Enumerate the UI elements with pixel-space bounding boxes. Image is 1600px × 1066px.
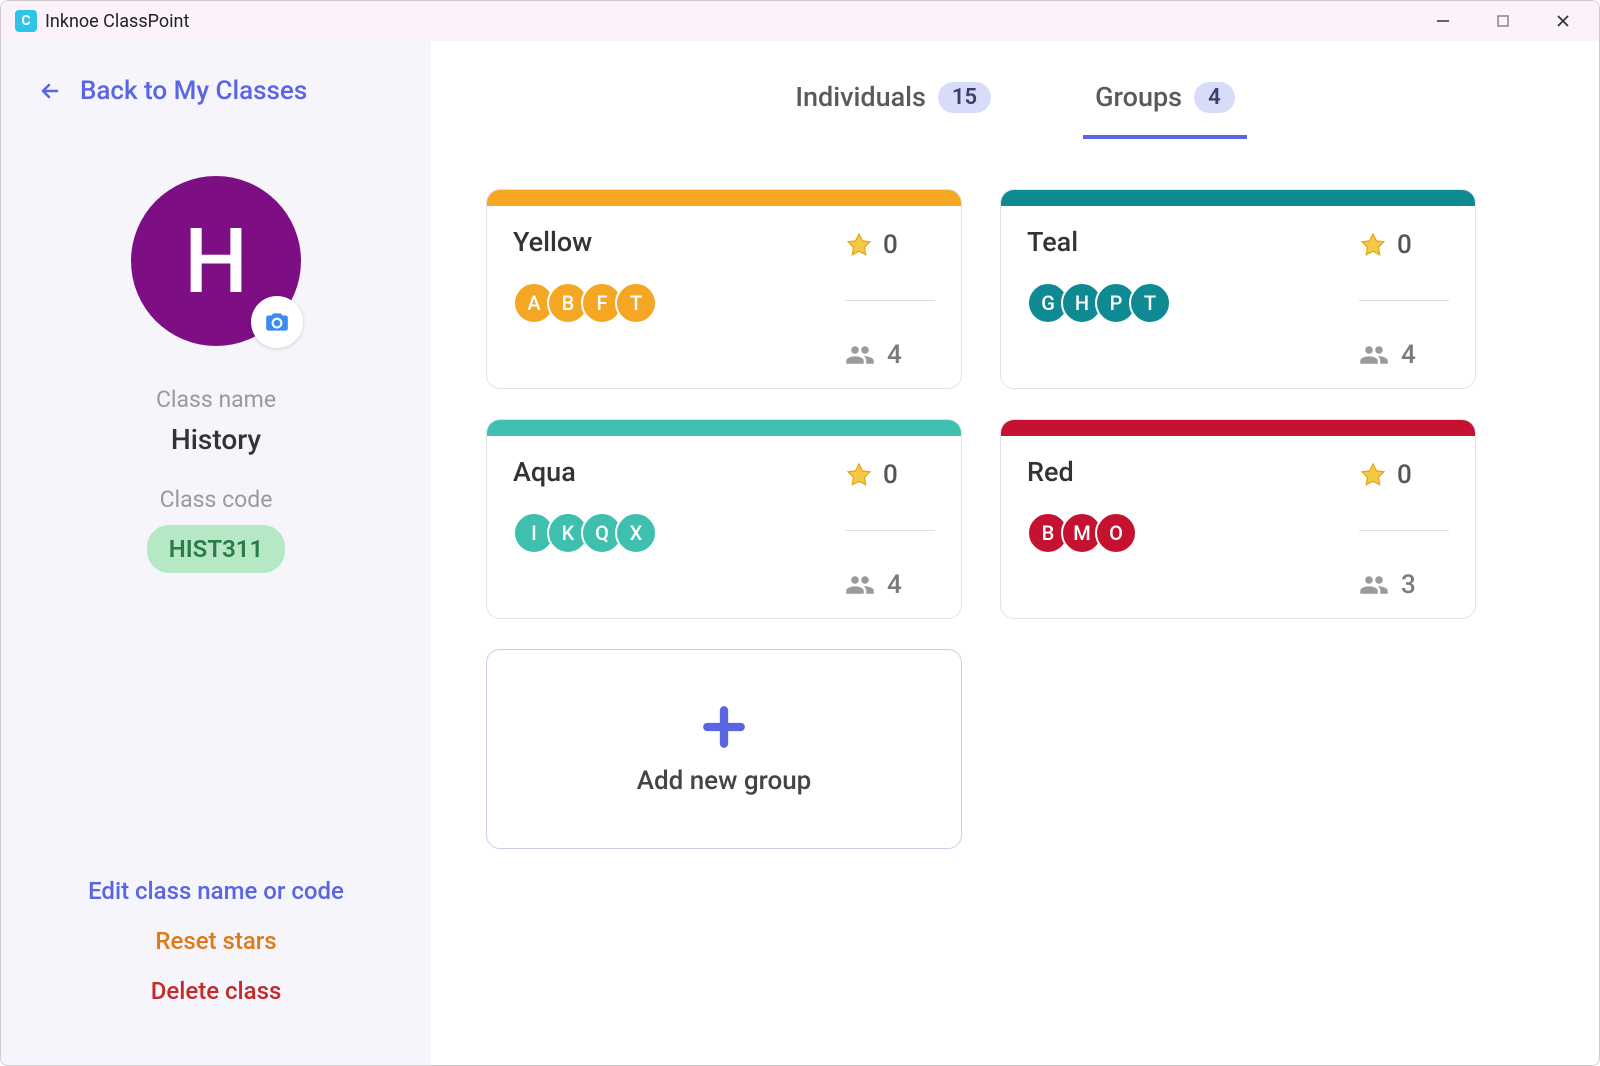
class-name-label: Class name [156,386,276,413]
group-card-yellow[interactable]: Yellow ABFT 0 4 [486,189,962,389]
window-title: Inknoe ClassPoint [45,11,189,32]
people-icon [845,570,875,600]
maximize-icon [1495,13,1511,29]
group-card-teal[interactable]: Teal GHPT 0 4 [1000,189,1476,389]
group-star-count: 0 [1359,460,1412,490]
change-avatar-button[interactable] [251,296,303,348]
reset-stars-link[interactable]: Reset stars [155,927,276,955]
app-icon: C [15,10,37,32]
group-card-red[interactable]: Red BMO 0 3 [1000,419,1476,619]
camera-icon [264,309,290,335]
group-card-body: Teal GHPT 0 4 [1001,206,1475,388]
member-chips: GHPT [1027,282,1171,324]
sidebar: Back to My Classes H Class name History … [1,41,431,1065]
star-icon [845,231,873,259]
groups-grid: Yellow ABFT 0 4 Teal GHPT 0 4 Aqua IKQX 0 4 Red BMO 0 3… [466,189,1564,849]
group-member-count: 4 [845,570,902,600]
group-member-count: 4 [1359,340,1416,370]
group-card-aqua[interactable]: Aqua IKQX 0 4 [486,419,962,619]
people-icon [845,340,875,370]
app-window: C Inknoe ClassPoint Back to My Classes H [0,0,1600,1066]
group-star-count: 0 [845,460,898,490]
people-icon [1359,570,1389,600]
group-star-count: 0 [845,230,898,260]
close-icon [1555,13,1571,29]
star-icon [1359,231,1387,259]
group-color-bar [1001,190,1475,206]
group-card-body: Yellow ABFT 0 4 [487,206,961,388]
maximize-button[interactable] [1473,1,1533,41]
group-color-bar [1001,420,1475,436]
group-name: Yellow [513,226,657,258]
close-button[interactable] [1533,1,1593,41]
minimize-icon [1435,13,1451,29]
titlebar-left: C Inknoe ClassPoint [7,10,189,32]
class-avatar-wrap: H [131,176,301,346]
content: Back to My Classes H Class name History … [1,41,1599,1065]
divider [1359,530,1449,531]
back-link-label: Back to My Classes [80,76,307,106]
tab-individuals[interactable]: Individuals 15 [783,71,1003,139]
member-chips: IKQX [513,512,657,554]
star-icon [1359,461,1387,489]
tab-individuals-count: 15 [938,82,991,113]
class-info: H Class name History Class code HIST311 [26,176,406,573]
group-name: Aqua [513,456,657,488]
delete-class-link[interactable]: Delete class [151,977,282,1005]
divider [1359,300,1449,301]
group-name: Teal [1027,226,1171,258]
group-member-count: 3 [1359,570,1416,600]
back-to-classes-link[interactable]: Back to My Classes [26,76,406,106]
class-name-value: History [171,423,261,456]
tab-groups[interactable]: Groups 4 [1083,71,1247,139]
member-chip: T [1129,282,1171,324]
group-color-bar [487,190,961,206]
minimize-button[interactable] [1413,1,1473,41]
group-name: Red [1027,456,1137,488]
group-member-count: 4 [845,340,902,370]
member-chip: T [615,282,657,324]
group-star-count: 0 [1359,230,1412,260]
tabs: Individuals 15 Groups 4 [466,71,1564,139]
divider [845,300,935,301]
main-panel: Individuals 15 Groups 4 YellowABFT04Teal… [431,41,1599,1065]
class-code-label: Class code [160,486,273,513]
sidebar-actions: Edit class name or code Reset stars Dele… [26,877,406,1025]
plus-icon [699,702,749,752]
class-code-value: HIST311 [147,525,285,573]
member-chips: ABFT [513,282,657,324]
member-chip: X [615,512,657,554]
tab-groups-label: Groups [1095,81,1182,113]
member-chips: BMO [1027,512,1137,554]
people-icon [1359,340,1389,370]
group-card-body: Red BMO 0 3 [1001,436,1475,618]
divider [845,530,935,531]
group-card-body: Aqua IKQX 0 4 [487,436,961,618]
tab-individuals-label: Individuals [795,81,926,113]
group-color-bar [487,420,961,436]
tab-groups-count: 4 [1194,82,1235,113]
star-icon [845,461,873,489]
member-chip: O [1095,512,1137,554]
add-group-button[interactable]: Add new group [486,649,962,849]
titlebar: C Inknoe ClassPoint [1,1,1599,41]
add-group-label: Add new group [637,766,812,796]
window-controls [1413,1,1593,41]
edit-class-link[interactable]: Edit class name or code [88,877,344,905]
arrow-left-icon [38,79,62,103]
